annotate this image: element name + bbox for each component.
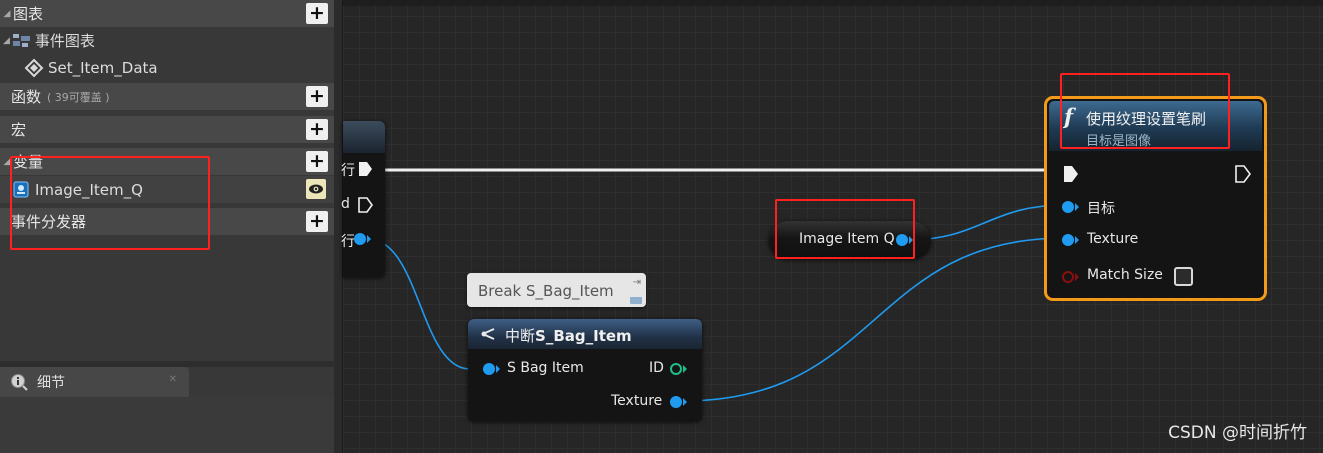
left-node-pin3-label: 行 bbox=[341, 234, 355, 250]
exec-out-pin-hollow-icon[interactable] bbox=[1234, 165, 1252, 183]
match-size-input-pin[interactable] bbox=[1062, 271, 1074, 283]
annotation-box-variables bbox=[10, 156, 210, 250]
pin-arrow-icon bbox=[1075, 273, 1079, 281]
texture-output-label: Texture bbox=[611, 393, 663, 409]
left-node-exec-label: 行 bbox=[341, 163, 355, 179]
target-input-pin[interactable] bbox=[1062, 201, 1074, 213]
break-node-header: 中断S_Bag_Item bbox=[468, 319, 702, 349]
break-struct-icon bbox=[481, 328, 495, 340]
texture-input-pin[interactable] bbox=[1062, 234, 1074, 246]
break-node-comment: Break S_Bag_Item ⇥ bbox=[467, 273, 646, 307]
title-struct-name: S_Bag_Item bbox=[535, 327, 632, 345]
pin-arrow-icon bbox=[1075, 203, 1079, 211]
exec-out-pin-hollow-icon[interactable] bbox=[357, 197, 373, 213]
exec-in-pin-icon[interactable] bbox=[1062, 165, 1080, 183]
left-node-pin2-label: d bbox=[341, 196, 350, 212]
comment-text: Break S_Bag_Item bbox=[478, 282, 614, 300]
texture-input-label: Texture bbox=[1087, 231, 1139, 247]
s-bag-item-input-pin[interactable] bbox=[483, 363, 495, 375]
left-node-partial[interactable]: 行 d 行 bbox=[341, 121, 385, 277]
pin-arrow-icon bbox=[683, 398, 687, 406]
target-input-label: 目标 bbox=[1087, 201, 1115, 217]
id-output-pin[interactable] bbox=[670, 363, 682, 375]
pin-arrow-icon bbox=[1075, 236, 1079, 244]
title-prefix: 中断 bbox=[505, 327, 536, 345]
pin-arrow-icon bbox=[683, 365, 687, 373]
break-node-title: 中断S_Bag_Item bbox=[505, 325, 632, 346]
annotation-box-image-node bbox=[775, 199, 915, 259]
wire-texture-to-brush bbox=[682, 237, 1066, 402]
s-bag-item-input-label: S Bag Item bbox=[507, 360, 584, 376]
exec-out-pin-icon[interactable] bbox=[357, 161, 373, 177]
left-node-header bbox=[343, 121, 385, 153]
pin-comment-icon[interactable]: ⇥ bbox=[633, 277, 641, 288]
pin-arrow-icon bbox=[367, 235, 371, 243]
comment-ellipsis-icon bbox=[630, 297, 642, 304]
match-size-checkbox[interactable] bbox=[1174, 267, 1193, 286]
break-s-bag-item-node[interactable]: 中断S_Bag_Item S Bag Item ID Texture bbox=[468, 319, 702, 421]
id-output-label: ID bbox=[649, 360, 664, 376]
annotation-box-brush-title bbox=[1060, 73, 1230, 149]
object-out-pin[interactable] bbox=[354, 233, 366, 245]
texture-output-pin[interactable] bbox=[670, 396, 682, 408]
pin-arrow-icon bbox=[496, 365, 500, 373]
match-size-label: Match Size bbox=[1087, 267, 1163, 283]
csdn-watermark: CSDN @时间折竹 bbox=[1168, 423, 1307, 443]
wire-image-to-target bbox=[907, 204, 1066, 241]
